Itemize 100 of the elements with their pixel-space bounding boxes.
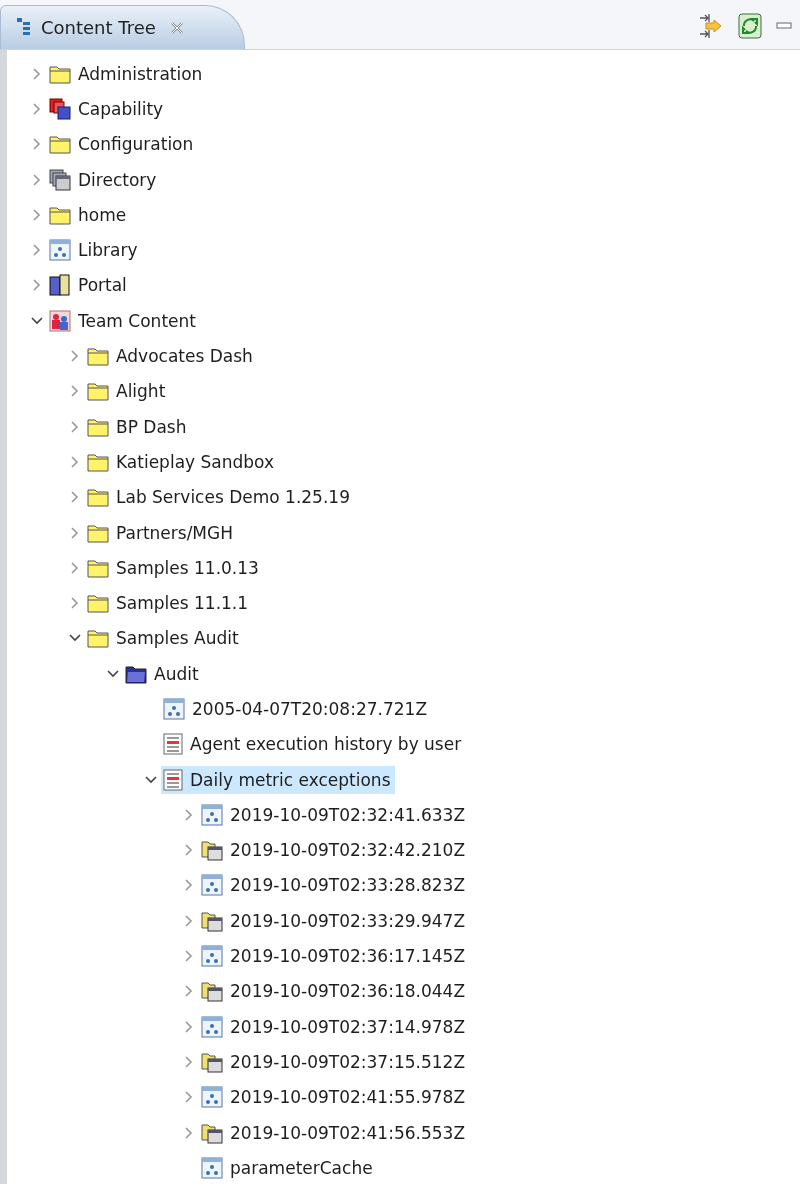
folder-window-icon — [201, 909, 223, 932]
tree-item[interactable]: Capability — [47, 94, 168, 123]
chevron-right-icon[interactable] — [70, 490, 80, 505]
chevron-down-icon[interactable] — [144, 774, 158, 785]
minimize-icon[interactable] — [776, 21, 792, 31]
chevron-right-icon[interactable] — [70, 419, 80, 434]
tree-item[interactable]: 2019-10-09T02:33:28.823Z — [199, 871, 470, 900]
chevron-right-icon[interactable] — [184, 1019, 194, 1034]
chevron-right-icon[interactable] — [184, 807, 194, 822]
tree-item[interactable]: Partners/MGH — [85, 519, 237, 546]
chevron-right-icon[interactable] — [32, 278, 42, 293]
tree-item[interactable]: Katieplay Sandbox — [85, 448, 278, 475]
folder-window-icon — [201, 1050, 223, 1073]
report-icon — [163, 768, 183, 791]
tree-item[interactable]: Portal — [47, 271, 131, 300]
folder-icon — [87, 628, 109, 649]
tree-item[interactable]: 2019-10-09T02:37:14.978Z — [199, 1012, 470, 1041]
chevron-right-icon[interactable] — [70, 596, 80, 611]
chevron-right-icon[interactable] — [184, 843, 194, 858]
tree-item[interactable]: Library — [47, 236, 142, 265]
chevron-right-icon[interactable] — [184, 913, 194, 928]
tree-item[interactable]: Lab Services Demo 1.25.19 — [85, 484, 354, 511]
folder-window-icon — [201, 1121, 223, 1144]
chevron-right-icon[interactable] — [32, 207, 42, 222]
chevron-right-icon[interactable] — [32, 137, 42, 152]
tree-item[interactable]: 2019-10-09T02:32:42.210Z — [199, 836, 470, 865]
chevron-right-icon[interactable] — [32, 101, 42, 116]
tree-item-label: 2019-10-09T02:36:18.044Z — [230, 981, 466, 1002]
document-icon — [201, 803, 223, 826]
tree-icon — [17, 17, 31, 38]
folder-window-icon — [201, 839, 223, 862]
tree-item-label: Directory — [78, 169, 157, 190]
link-arrows-icon[interactable] — [698, 13, 724, 39]
tree-item[interactable]: Agent execution history by user — [161, 730, 466, 759]
folder-icon — [87, 346, 109, 366]
tree-item-label: Samples 11.1.1 — [116, 593, 249, 614]
tree-item[interactable]: Alight — [85, 378, 170, 405]
tree-item[interactable]: Samples 11.0.13 — [85, 554, 263, 581]
view-tab[interactable]: Content Tree — [0, 5, 245, 49]
tree-item-label: parameterCache — [230, 1157, 373, 1178]
chevron-right-icon[interactable] — [184, 1054, 194, 1069]
tree-item-label: 2005-04-07T20:08:27.721Z — [192, 699, 428, 719]
tree-item[interactable]: Samples 11.1.1 — [85, 590, 253, 617]
tree-item-label: Samples 11.0.13 — [116, 557, 259, 578]
folder-icon — [87, 557, 109, 578]
tree-item-label: Daily metric exceptions — [190, 769, 391, 790]
people-icon — [49, 309, 71, 332]
folder-icon — [87, 593, 109, 614]
tree-item[interactable]: 2019-10-09T02:32:41.633Z — [199, 800, 470, 829]
chevron-right-icon[interactable] — [70, 349, 80, 363]
tree-item[interactable]: Advocates Dash — [85, 343, 257, 369]
refresh-icon[interactable] — [738, 13, 762, 39]
tree-item[interactable]: 2019-10-09T02:37:15.512Z — [199, 1047, 470, 1076]
tree-item-label: Advocates Dash — [116, 346, 253, 366]
chevron-right-icon[interactable] — [32, 243, 42, 258]
tree-item[interactable]: Audit — [123, 660, 203, 687]
chevron-down-icon[interactable] — [30, 315, 44, 326]
tree-item[interactable]: 2019-10-09T02:33:29.947Z — [199, 906, 470, 935]
tree-item[interactable]: 2019-10-09T02:36:18.044Z — [199, 977, 470, 1006]
tree-item-label: Katieplay Sandbox — [116, 451, 274, 472]
tree-item[interactable]: Directory — [47, 165, 161, 194]
document-icon — [163, 698, 185, 720]
chevron-down-icon[interactable] — [68, 633, 82, 644]
chevron-right-icon[interactable] — [184, 1125, 194, 1140]
chevron-right-icon[interactable] — [184, 1090, 194, 1105]
chevron-right-icon[interactable] — [184, 949, 194, 964]
chevron-right-icon[interactable] — [70, 384, 80, 399]
tree-item[interactable]: Administration — [47, 60, 207, 87]
chevron-right-icon[interactable] — [70, 454, 80, 469]
tree-item[interactable]: Team Content — [47, 306, 200, 335]
folder-window-icon — [201, 980, 223, 1003]
folder-icon — [87, 381, 109, 402]
tree-item[interactable]: 2019-10-09T02:36:17.145Z — [199, 942, 470, 971]
tree-item-label: BP Dash — [116, 416, 187, 437]
tree-item[interactable]: home — [47, 201, 131, 228]
tree-item[interactable]: Configuration — [47, 131, 198, 158]
document-icon — [201, 1086, 223, 1109]
chevron-down-icon[interactable] — [106, 668, 120, 679]
chevron-right-icon[interactable] — [184, 878, 194, 893]
tab-title: Content Tree — [41, 17, 156, 38]
chevron-right-icon[interactable] — [70, 525, 80, 540]
close-icon[interactable] — [169, 20, 184, 35]
tree-item-label: 2019-10-09T02:37:14.978Z — [230, 1016, 466, 1037]
book-icon — [49, 274, 71, 297]
tree-item[interactable]: 2019-10-09T02:41:56.553Z — [199, 1118, 470, 1147]
chevron-right-icon[interactable] — [32, 66, 42, 81]
tree-item-label: Partners/MGH — [116, 522, 233, 543]
chevron-right-icon[interactable] — [70, 560, 80, 575]
tree-item-label: 2019-10-09T02:41:56.553Z — [230, 1122, 466, 1143]
tree-item[interactable]: 2005-04-07T20:08:27.721Z — [161, 695, 432, 723]
tree-item[interactable]: Daily metric exceptions — [161, 765, 395, 794]
tree-item-label: 2019-10-09T02:32:41.633Z — [230, 804, 466, 825]
chevron-right-icon[interactable] — [32, 172, 42, 187]
tree-item[interactable]: 2019-10-09T02:41:55.978Z — [199, 1083, 470, 1112]
chevron-right-icon[interactable] — [184, 984, 194, 999]
document-icon — [49, 239, 71, 262]
tree-item[interactable]: BP Dash — [85, 413, 191, 440]
tree-item[interactable]: Samples Audit — [85, 625, 243, 652]
tree-item[interactable]: parameterCache — [199, 1153, 377, 1182]
folder-icon — [87, 416, 109, 437]
